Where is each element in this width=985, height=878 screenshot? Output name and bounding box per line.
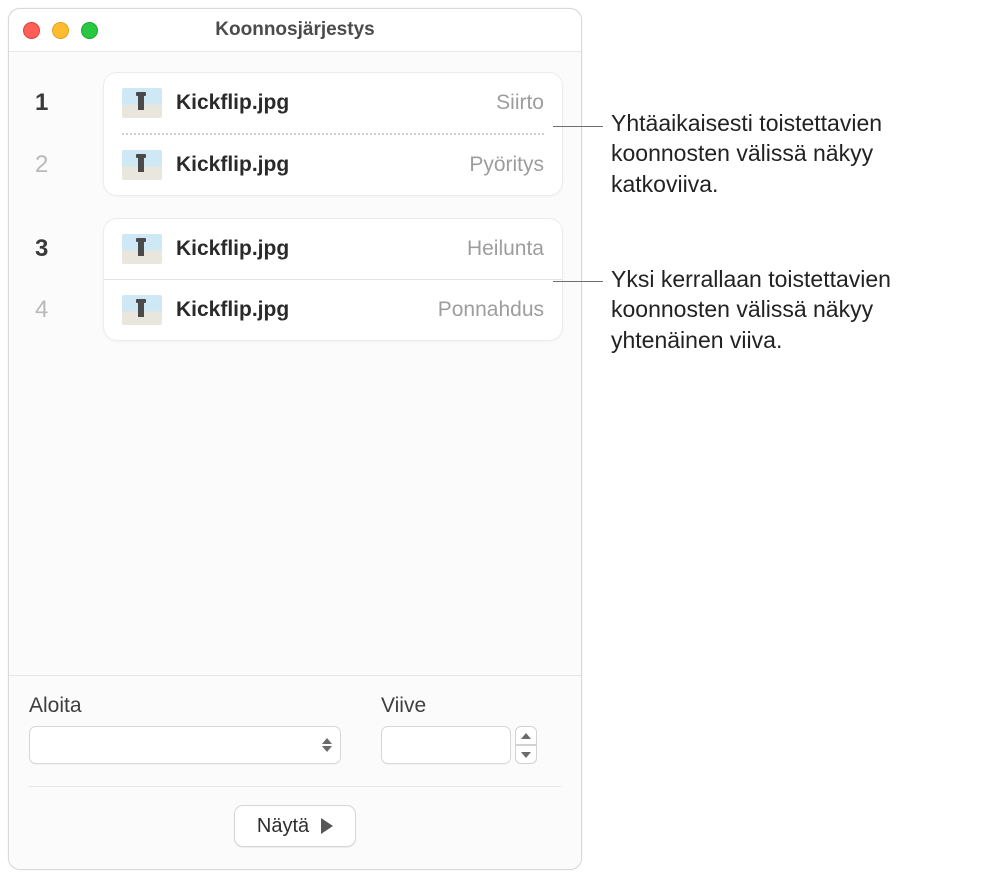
thumbnail-icon [122, 295, 162, 325]
build-filename: Kickflip.jpg [176, 153, 455, 177]
stepper-down-button[interactable] [515, 745, 537, 764]
chevron-down-icon [521, 752, 531, 758]
preview-button-label: Näytä [257, 815, 309, 838]
build-number: 4 [27, 280, 89, 340]
bottom-panel: Aloita Viive [9, 675, 581, 869]
start-select[interactable] [29, 726, 341, 764]
thumbnail-icon [122, 150, 162, 180]
play-icon [321, 818, 333, 834]
show-row: Näytä [29, 805, 561, 847]
callout-solid: Yksi kerrallaan toistettavien koonnosten… [611, 264, 971, 355]
build-filename: Kickflip.jpg [176, 91, 482, 115]
build-row[interactable]: Kickflip.jpg Heilunta [104, 219, 562, 279]
callout-line [553, 281, 603, 282]
start-label: Aloita [29, 694, 341, 718]
build-card: Kickflip.jpg Siirto Kickflip.jpg Pyörity… [103, 72, 563, 196]
thumbnail-icon [122, 88, 162, 118]
build-effect: Heilunta [467, 237, 544, 261]
minimize-icon[interactable] [52, 22, 69, 39]
build-card: Kickflip.jpg Heilunta Kickflip.jpg Ponna… [103, 218, 563, 341]
titlebar: Koonnosjärjestys [9, 9, 581, 51]
delay-label: Viive [381, 694, 537, 718]
preview-button[interactable]: Näytä [234, 805, 356, 847]
build-order-window: Koonnosjärjestys 1 2 Kickflip.jpg Siirto… [8, 8, 582, 870]
delay-field: Viive [381, 694, 537, 764]
build-group: 1 2 Kickflip.jpg Siirto Kickflip.jpg Pyö… [27, 72, 563, 196]
window-controls [23, 22, 98, 39]
build-list: 1 2 Kickflip.jpg Siirto Kickflip.jpg Pyö… [9, 51, 581, 675]
zoom-icon[interactable] [81, 22, 98, 39]
build-effect: Ponnahdus [438, 298, 544, 322]
build-effect: Pyöritys [469, 153, 544, 177]
build-number: 3 [27, 219, 89, 279]
build-filename: Kickflip.jpg [176, 298, 424, 322]
build-effect: Siirto [496, 91, 544, 115]
chevron-up-icon [521, 733, 531, 739]
build-filename: Kickflip.jpg [176, 237, 453, 261]
stepper-up-button[interactable] [515, 726, 537, 745]
start-field: Aloita [29, 694, 341, 764]
build-row[interactable]: Kickflip.jpg Ponnahdus [104, 280, 562, 340]
build-number: 2 [27, 135, 89, 195]
build-row[interactable]: Kickflip.jpg Pyöritys [104, 135, 562, 195]
build-order-numbers: 3 4 [27, 218, 103, 341]
close-icon[interactable] [23, 22, 40, 39]
delay-stepper [515, 726, 537, 764]
callout-line [553, 126, 603, 127]
separator [29, 786, 561, 787]
callout-dotted: Yhtäaikaisesti toistettavien koonnosten … [611, 108, 971, 199]
chevron-up-icon [322, 738, 332, 744]
build-group: 3 4 Kickflip.jpg Heilunta Kickflip.jpg P… [27, 218, 563, 341]
chevron-down-icon [322, 746, 332, 752]
thumbnail-icon [122, 234, 162, 264]
delay-input[interactable] [381, 726, 511, 764]
bottom-fields: Aloita Viive [29, 694, 561, 764]
build-row[interactable]: Kickflip.jpg Siirto [104, 73, 562, 133]
build-number: 1 [27, 73, 89, 133]
build-order-numbers: 1 2 [27, 72, 103, 196]
